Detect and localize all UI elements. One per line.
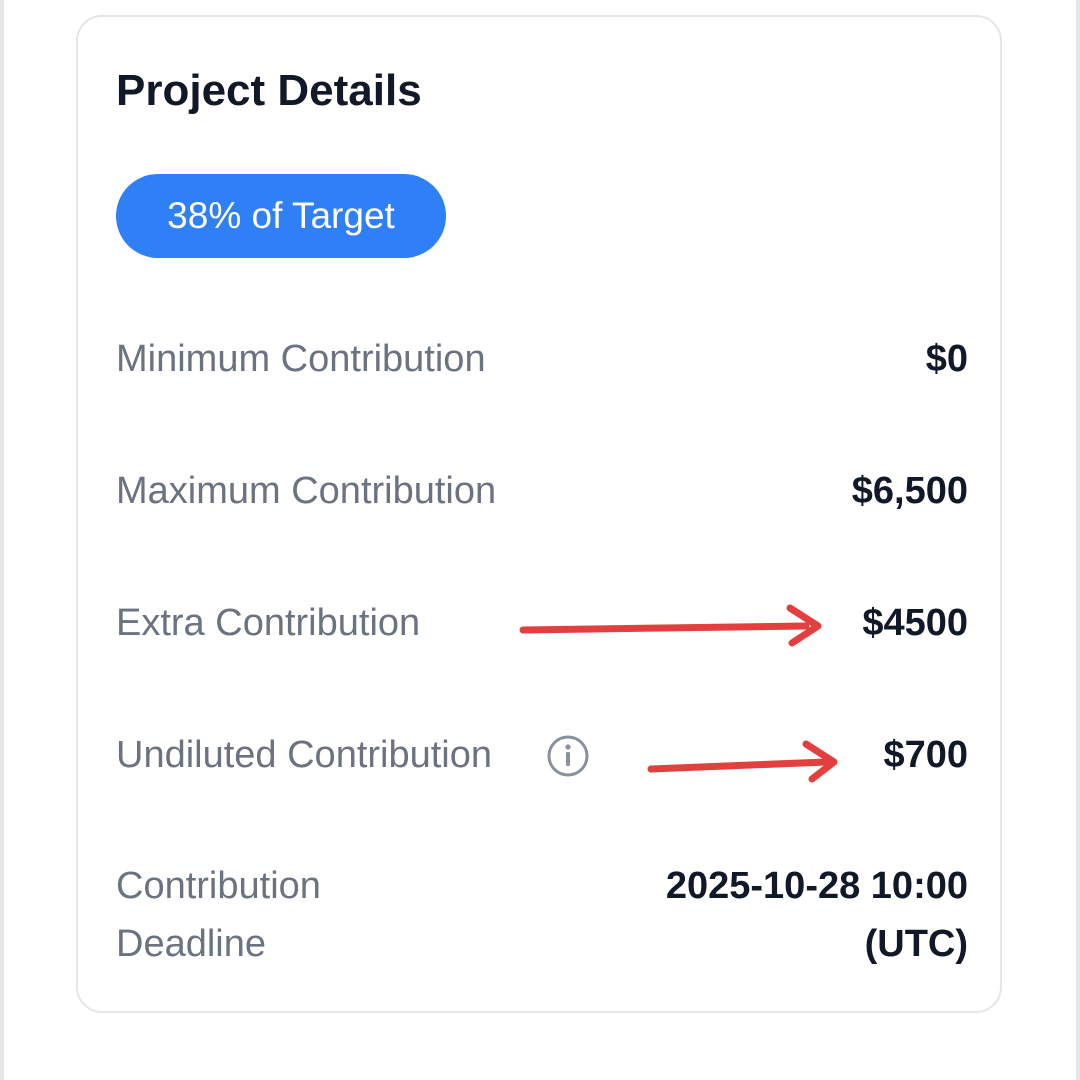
minimum-contribution-label: Minimum Contribution <box>116 338 486 380</box>
info-circle-icon[interactable] <box>546 734 590 778</box>
minimum-contribution-value: $0 <box>925 338 968 380</box>
contribution-deadline-value: 2025-10-28 10:00 (UTC) <box>665 865 968 965</box>
minimum-contribution-row: Minimum Contribution $0 <box>116 330 968 390</box>
undiluted-contribution-value: $700 <box>883 734 968 776</box>
red-arrow-icon <box>519 604 822 647</box>
contribution-deadline-label: Contribution Deadline <box>116 865 321 965</box>
left-edge <box>0 0 4 1080</box>
extra-contribution-value: $4500 <box>862 602 968 644</box>
right-edge <box>1076 0 1080 1080</box>
project-details-card: Project Details 38% of Target Minimum Co… <box>76 15 1002 1013</box>
maximum-contribution-value: $6,500 <box>851 470 968 512</box>
target-progress-badge: 38% of Target <box>116 174 446 258</box>
maximum-contribution-label: Maximum Contribution <box>116 470 497 512</box>
red-arrow-icon <box>647 740 838 783</box>
maximum-contribution-row: Maximum Contribution $6,500 <box>116 462 968 522</box>
card-title: Project Details <box>116 66 422 115</box>
undiluted-contribution-label: Undiluted Contribution <box>116 734 493 776</box>
contribution-deadline-row: Contribution Deadline 2025-10-28 10:00 (… <box>116 857 968 987</box>
extra-contribution-label: Extra Contribution <box>116 602 421 644</box>
